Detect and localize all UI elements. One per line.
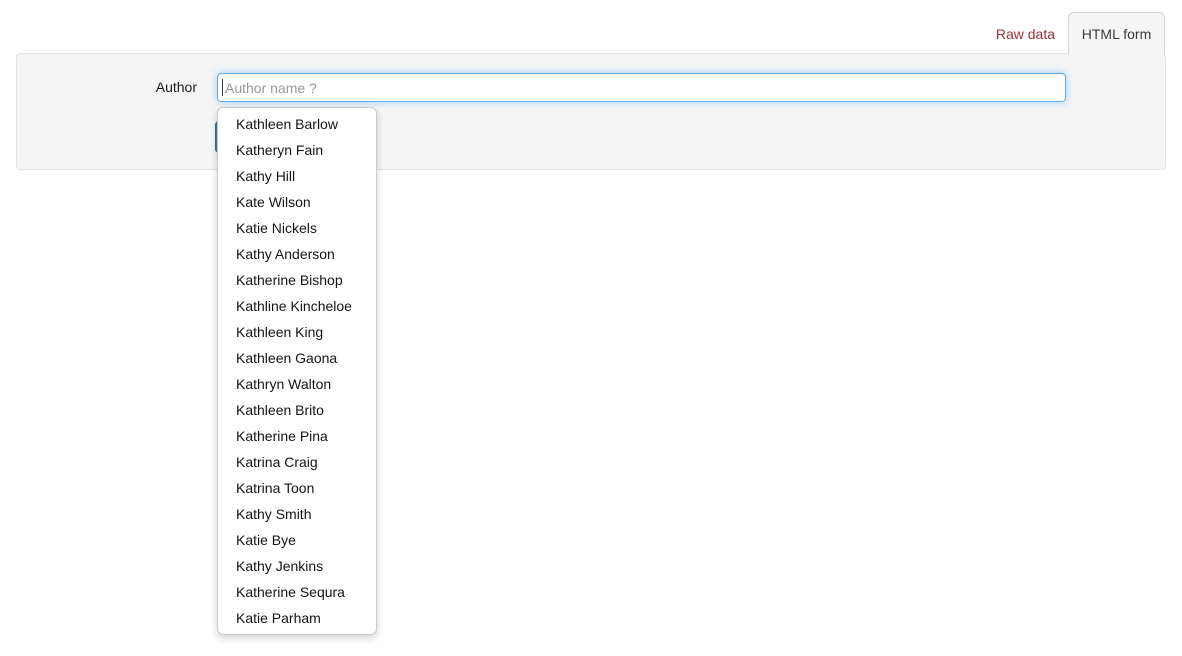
author-input[interactable] <box>217 73 1066 102</box>
autocomplete-item[interactable]: Kathy Smith <box>218 501 376 527</box>
autocomplete-item[interactable]: Katherine Pina <box>218 423 376 449</box>
autocomplete-item[interactable]: Kathryn Walton <box>218 371 376 397</box>
autocomplete-item[interactable]: Kathy Anderson <box>218 241 376 267</box>
autocomplete-dropdown: Kathleen BarlowKatheryn FainKathy HillKa… <box>217 107 377 635</box>
page: Raw data HTML form Author Kathleen Barlo… <box>0 0 1182 656</box>
autocomplete-item[interactable]: Kathleen Gaona <box>218 345 376 371</box>
autocomplete-item[interactable]: Kathy Hill <box>218 163 376 189</box>
autocomplete-item[interactable]: Katrina Toon <box>218 475 376 501</box>
autocomplete-item[interactable]: Katie Nickels <box>218 215 376 241</box>
autocomplete-item[interactable]: Katie Parham <box>218 605 376 631</box>
tab-html-form-label: HTML form <box>1082 26 1151 42</box>
author-label: Author <box>20 80 197 95</box>
autocomplete-item[interactable]: Katheryn Fain <box>218 137 376 163</box>
autocomplete-item[interactable]: Katherine Bishop <box>218 267 376 293</box>
text-caret <box>222 79 223 96</box>
autocomplete-item[interactable]: Kathleen Brito <box>218 397 376 423</box>
autocomplete-item[interactable]: Kathleen King <box>218 319 376 345</box>
autocomplete-item[interactable]: Kathy Jenkins <box>218 553 376 579</box>
autocomplete-item[interactable]: Katherine Sequra <box>218 579 376 605</box>
autocomplete-item[interactable]: Katrina Craig <box>218 449 376 475</box>
form-panel <box>16 53 1166 170</box>
tab-html-form[interactable]: HTML form <box>1068 12 1165 54</box>
autocomplete-item[interactable]: Katie Bye <box>218 527 376 553</box>
autocomplete-item[interactable]: Kathline Kincheloe <box>218 293 376 319</box>
autocomplete-item[interactable]: Kate Wilson <box>218 189 376 215</box>
tab-raw-data[interactable]: Raw data <box>996 26 1055 42</box>
autocomplete-item[interactable]: Kathleen Barlow <box>218 111 376 137</box>
